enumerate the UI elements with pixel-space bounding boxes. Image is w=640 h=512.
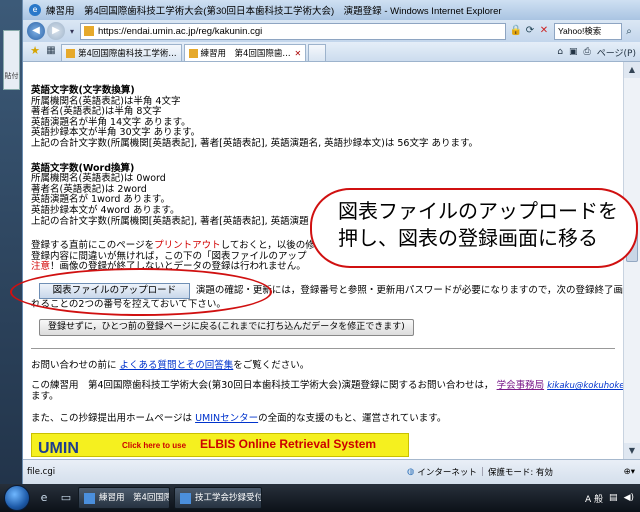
- hosting-text: また、この抄録提出用ホームページは: [31, 413, 193, 425]
- email-link[interactable]: kikaku@kokuhoken.or.jp: [547, 381, 623, 391]
- status-bar: file.cgi ◍ インターネット | 保護モード: 有効 ⊕▾: [23, 459, 640, 484]
- taskbar-item-label: 練習用 第4回国際...: [99, 493, 169, 503]
- volume-icon[interactable]: ◀): [624, 493, 634, 503]
- faq-link[interactable]: よくある質問とその回答集: [120, 360, 234, 371]
- ie-icon: [84, 492, 95, 504]
- callout-line: 図表ファイルのアップロードを: [338, 199, 618, 223]
- taskbar: e ▭ 練習用 第4回国際... 技工学会抄録受付P... A 般 ▤ ◀): [0, 484, 640, 512]
- favorites-star-icon[interactable]: ★: [27, 43, 43, 59]
- printout-link[interactable]: プリントアウト: [154, 240, 221, 251]
- zone-label: インターネット: [417, 468, 477, 478]
- banner-logo: UMIN: [38, 439, 79, 457]
- globe-icon: ◍: [407, 467, 415, 477]
- callout-line: 押し、図表の登録画面に移る: [338, 226, 598, 250]
- background-window-strip: 貼付: [0, 0, 22, 484]
- status-separator: |: [480, 467, 484, 477]
- start-button[interactable]: [4, 485, 30, 511]
- back-icon[interactable]: ◀: [27, 22, 45, 40]
- elbis-banner[interactable]: UMIN Click here to use ELBIS Online Retr…: [31, 432, 409, 457]
- hosting-text: の全面的な支援のもと、運営されています。: [258, 413, 447, 425]
- contact-line: この練習用 第4回国際歯科技工学術大会(第30回日本歯科技工学術大会)演題登録に…: [31, 380, 623, 392]
- divider: [31, 347, 615, 349]
- title-bar: e 練習用 第4回国際歯科技工学術大会(第30回日本歯科技工学術大会) 演題登録…: [23, 0, 640, 20]
- search-icon[interactable]: ⌕: [622, 23, 636, 40]
- url-field[interactable]: https://endai.umin.ac.jp/reg/kakunin.cgi: [80, 22, 506, 40]
- instruction-callout: 図表ファイルのアップロードを 押し、図表の登録画面に移る: [310, 188, 638, 268]
- back-row: 登録せずに，ひとつ前の登録ページに戻る(これまでに打ち込んだデータを修正できます…: [31, 318, 623, 336]
- window-title: 練習用 第4回国際歯科技工学術大会(第30回日本歯科技工学術大会) 演題登録 -…: [46, 6, 502, 17]
- scroll-down-icon[interactable]: ▼: [624, 443, 640, 459]
- tab-list-icon[interactable]: ▦: [43, 43, 59, 59]
- system-tray: A 般 ▤ ◀): [579, 484, 640, 512]
- back-to-previous-button[interactable]: 登録せずに，ひとつ前の登録ページに戻る(これまでに打ち込んだデータを修正できます…: [39, 318, 414, 336]
- vertical-scrollbar[interactable]: ▲ ▼: [623, 62, 640, 459]
- forward-icon[interactable]: ▶: [47, 22, 65, 40]
- page-icon: [188, 48, 198, 58]
- callout-text: 図表ファイルのアップロードを 押し、図表の登録画面に移る: [338, 198, 618, 252]
- notice-text: 登録する直前にこのページを: [31, 240, 155, 252]
- page-menu[interactable]: ページ(P): [597, 46, 636, 59]
- print-icon[interactable]: ⎙: [584, 47, 591, 57]
- inquiry-line: お問い合わせの前に よくある質問とその回答集をご覧ください。: [31, 359, 623, 372]
- ime-indicator[interactable]: A 般: [585, 492, 603, 505]
- stop-icon[interactable]: ✕: [537, 24, 551, 38]
- command-bar: ⌂ ▣ ⎙ ページ(P): [551, 43, 640, 61]
- contact-line-2: ます。: [31, 390, 59, 402]
- new-tab-button[interactable]: [308, 44, 327, 61]
- tab-bar: ★ ▦ 第4回国際歯科技工学術... 練習用 第4回国際歯... ✕ ⌂ ▣ ⎙…: [23, 42, 640, 62]
- tab-item-active[interactable]: 練習用 第4回国際歯... ✕: [183, 44, 307, 61]
- close-tab-icon[interactable]: ✕: [295, 49, 302, 58]
- lock-icon[interactable]: 🔒: [509, 24, 523, 38]
- section-char-count: 英語文字数(文字数換算) 所属機関名(英語表記)は半角 4文字 著者名(英語表記…: [31, 85, 623, 150]
- history-dropdown-icon[interactable]: ▾: [67, 27, 77, 36]
- taskbar-item-label: 技工学会抄録受付P...: [195, 493, 261, 503]
- network-icon[interactable]: ▤: [609, 493, 618, 503]
- background-window-paste: 貼付: [3, 30, 20, 90]
- protected-mode-label: 保護モード: 有効: [487, 468, 553, 478]
- hosting-line: また、この抄録提出用ホームページは UMINセンターの全面的な支援のもと、運営さ…: [31, 413, 623, 425]
- page-icon: [66, 48, 75, 58]
- text-line: 上記の合計文字数(所属機関[英語表記], 著者[英語表記], 英語演題名, 英語…: [31, 137, 479, 149]
- tab-label: 練習用 第4回国際歯...: [200, 49, 291, 59]
- umin-link[interactable]: UMINセンター: [195, 413, 258, 424]
- document-icon: [180, 492, 191, 504]
- url-text: https://endai.umin.ac.jp/reg/kakunin.cgi: [98, 25, 263, 37]
- notice-text: しておくと，以後の修正: [220, 240, 325, 252]
- feeds-icon[interactable]: ▣: [569, 47, 578, 57]
- banner-title: ELBIS Online Retrieval System: [200, 436, 377, 451]
- scroll-up-icon[interactable]: ▲: [624, 62, 640, 78]
- page-icon: [84, 26, 94, 36]
- status-url: file.cgi: [27, 467, 56, 477]
- address-bar: ◀ ▶ ▾ https://endai.umin.ac.jp/reg/kakun…: [23, 20, 640, 42]
- zoom-icon[interactable]: ⊕▾: [624, 467, 640, 477]
- taskbar-item[interactable]: 練習用 第4回国際...: [78, 487, 170, 509]
- home-icon[interactable]: ⌂: [557, 47, 563, 57]
- section-heading: 英語文字数(文字数換算): [31, 85, 135, 96]
- contact-text: この練習用 第4回国際歯科技工学術大会(第30回日本歯科技工学術大会)演題登録に…: [31, 380, 494, 392]
- search-input[interactable]: Yahoo!検索: [554, 22, 622, 40]
- inquiry-text: をご覧ください。: [233, 359, 310, 371]
- tab-label: 第4回国際歯科技工学術...: [78, 49, 177, 59]
- show-desktop-icon[interactable]: ▭: [58, 490, 74, 506]
- inquiry-text: お問い合わせの前に: [31, 359, 117, 371]
- tab-item[interactable]: 第4回国際歯科技工学術...: [61, 44, 182, 61]
- banner-small-text: Click here to use: [122, 440, 187, 450]
- refresh-icon[interactable]: ⟳: [523, 24, 537, 38]
- warning-label: 注意: [31, 261, 51, 273]
- ie-logo-icon: e: [29, 4, 41, 16]
- taskbar-item[interactable]: 技工学会抄録受付P...: [174, 487, 262, 509]
- paste-label: 貼付: [4, 72, 19, 80]
- ie-quicklaunch-icon[interactable]: e: [36, 490, 52, 506]
- highlight-ring: [10, 268, 272, 316]
- secretariat-link[interactable]: 学会事務局: [497, 380, 545, 391]
